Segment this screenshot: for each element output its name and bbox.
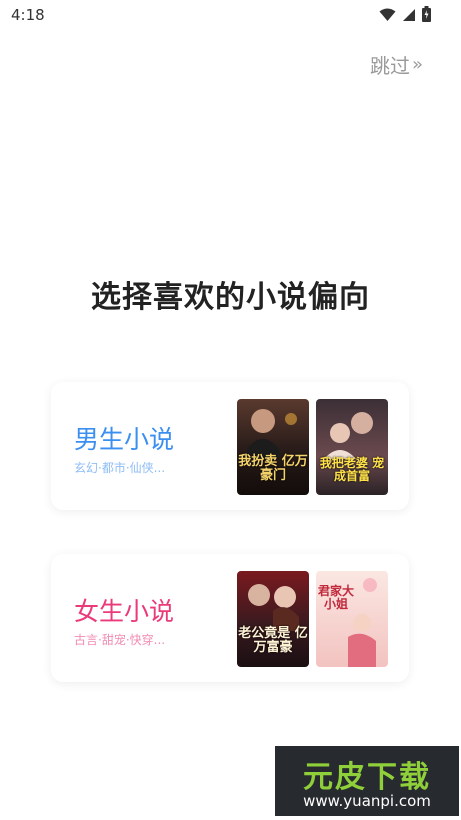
watermark: 元皮下载 www.yuanpi.com xyxy=(275,746,459,816)
signal-icon xyxy=(402,7,416,26)
status-icons xyxy=(379,6,431,26)
battery-icon xyxy=(422,6,431,26)
book-cover: 我扮卖 亿万豪门 xyxy=(237,399,309,495)
book-cover: 老公竟是 亿万富豪 xyxy=(237,571,309,667)
watermark-url: www.yuanpi.com xyxy=(303,792,431,810)
cover-title: 老公竟是 亿万富豪 xyxy=(238,626,308,655)
card-title-male: 男生小说 xyxy=(74,425,175,454)
page-title: 选择喜欢的小说偏向 xyxy=(91,280,370,315)
book-cover: 君家大小姐 xyxy=(316,571,388,667)
card-subtitle-male: 玄幻·都市·仙侠... xyxy=(74,461,166,475)
double-chevron-right-icon: » xyxy=(411,54,423,75)
watermark-brand: 元皮下载 xyxy=(303,760,431,795)
cover-title: 君家大小姐 xyxy=(317,584,354,611)
book-cover: 我把老婆 宠成首富 xyxy=(316,399,388,495)
cover-title: 我把老婆 宠成首富 xyxy=(319,456,385,483)
status-bar: 4:18 xyxy=(0,0,461,32)
skip-label: 跳过 xyxy=(369,54,410,78)
cover-title: 我扮卖 亿万豪门 xyxy=(238,454,308,483)
card-title-female: 女生小说 xyxy=(74,597,175,626)
status-time: 4:18 xyxy=(11,6,45,24)
skip-button[interactable]: 跳过 » xyxy=(370,50,423,79)
female-novel-card[interactable]: 女生小说 古言·甜宠·快穿... 老公竟是 亿万富豪 君家大小姐 xyxy=(51,554,409,682)
wifi-icon xyxy=(379,7,396,26)
male-novel-card[interactable]: 男生小说 玄幻·都市·仙侠... 我扮卖 亿万豪门 我把老婆 宠成首富 xyxy=(51,382,409,510)
card-subtitle-female: 古言·甜宠·快穿... xyxy=(74,633,166,647)
